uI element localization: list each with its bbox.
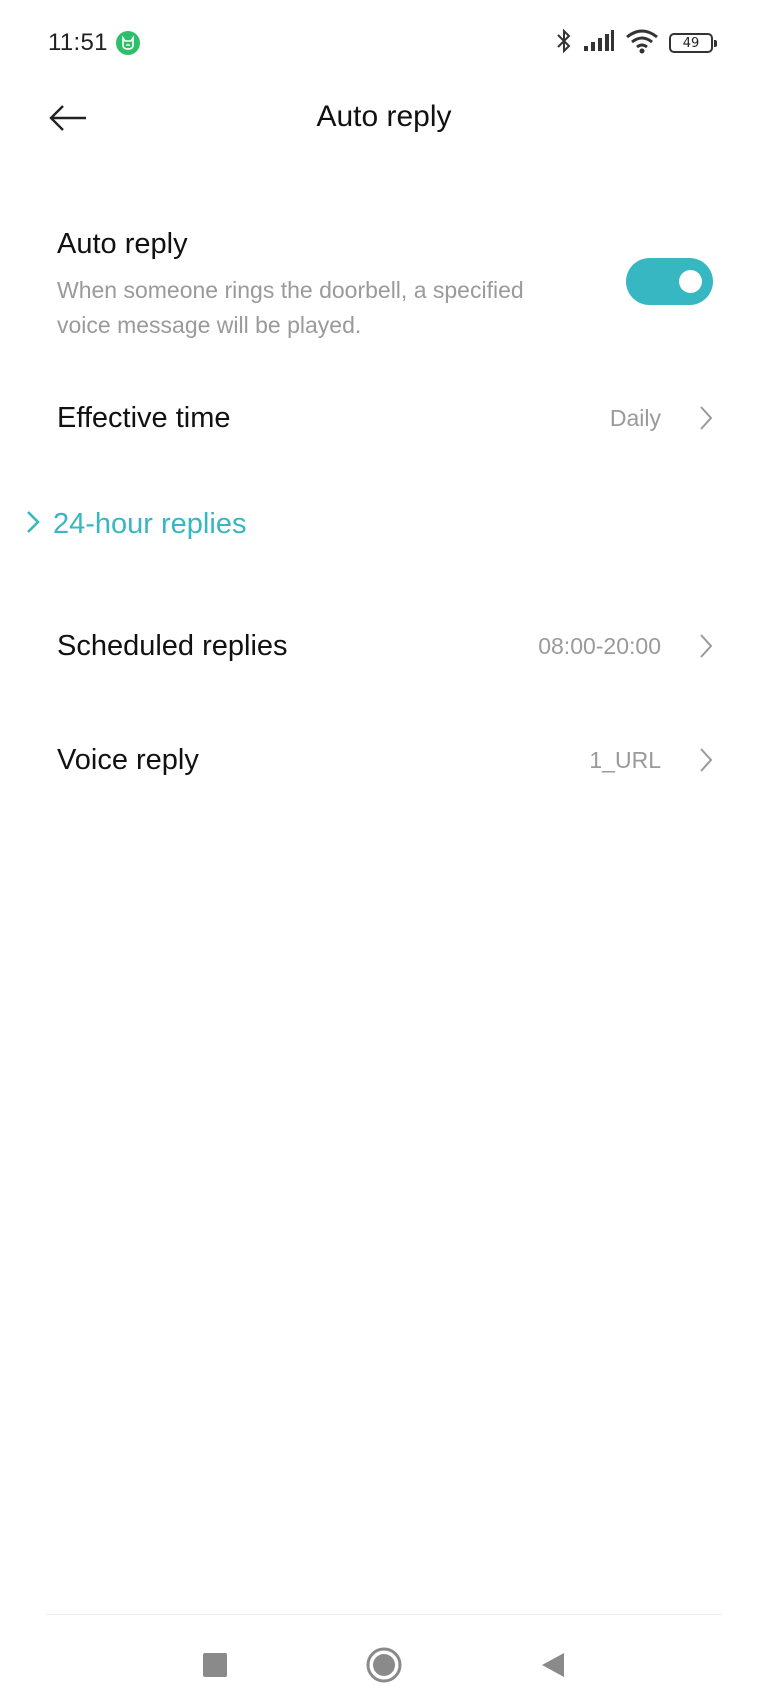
toggle-knob [679, 270, 702, 293]
scheduled-replies-row[interactable]: Scheduled replies 08:00-20:00 [57, 621, 713, 671]
recents-square-icon [203, 1653, 227, 1677]
status-bar: 11:51 49 [48, 22, 717, 64]
chevron-right-icon [699, 747, 713, 773]
status-right: 49 [555, 27, 717, 60]
auto-reply-title: Auto reply [57, 228, 188, 260]
status-left: 11:51 [48, 29, 140, 57]
effective-time-label: Effective time [57, 401, 231, 434]
voice-reply-row[interactable]: Voice reply 1_URL [57, 735, 713, 785]
back-triangle-icon [542, 1653, 564, 1677]
nav-divider [46, 1614, 722, 1615]
auto-reply-toggle[interactable] [626, 258, 713, 305]
back-nav-button[interactable] [528, 1640, 578, 1690]
auto-reply-screen: 11:51 49 Auto reply Auto reply When some… [0, 0, 768, 1706]
voice-reply-right: 1_URL [589, 747, 713, 774]
recents-button[interactable] [190, 1640, 240, 1690]
scheduled-replies-value: 08:00-20:00 [538, 632, 661, 659]
chevron-right-icon [26, 510, 40, 539]
voice-reply-value: 1_URL [589, 746, 661, 773]
header: Auto reply [0, 86, 768, 150]
scheduled-replies-right: 08:00-20:00 [538, 633, 713, 660]
voice-reply-label: Voice reply [57, 743, 199, 776]
status-time: 11:51 [48, 29, 108, 56]
section-24-hour-replies[interactable]: 24-hour replies [26, 508, 246, 541]
signal-icon [583, 29, 615, 57]
home-button[interactable] [359, 1640, 409, 1690]
battery-icon: 49 [669, 33, 717, 53]
system-nav-bar [0, 1640, 768, 1690]
battery-level: 49 [682, 35, 700, 51]
effective-time-row[interactable]: Effective time Daily [57, 393, 713, 443]
scheduled-replies-label: Scheduled replies [57, 629, 288, 662]
effective-time-value: Daily [609, 404, 661, 431]
chevron-right-icon [699, 633, 713, 659]
bluetooth-icon [555, 27, 573, 60]
auto-reply-setting: Auto reply When someone rings the doorbe… [57, 228, 713, 343]
wifi-icon [625, 28, 659, 59]
auto-reply-description: When someone rings the doorbell, a speci… [57, 277, 524, 338]
home-circle-icon [366, 1647, 402, 1683]
app-notification-icon [115, 31, 140, 55]
section-24-hour-label: 24-hour replies [53, 508, 247, 540]
effective-time-right: Daily [610, 405, 713, 432]
page-title: Auto reply [316, 100, 452, 133]
chevron-right-icon [699, 405, 713, 431]
